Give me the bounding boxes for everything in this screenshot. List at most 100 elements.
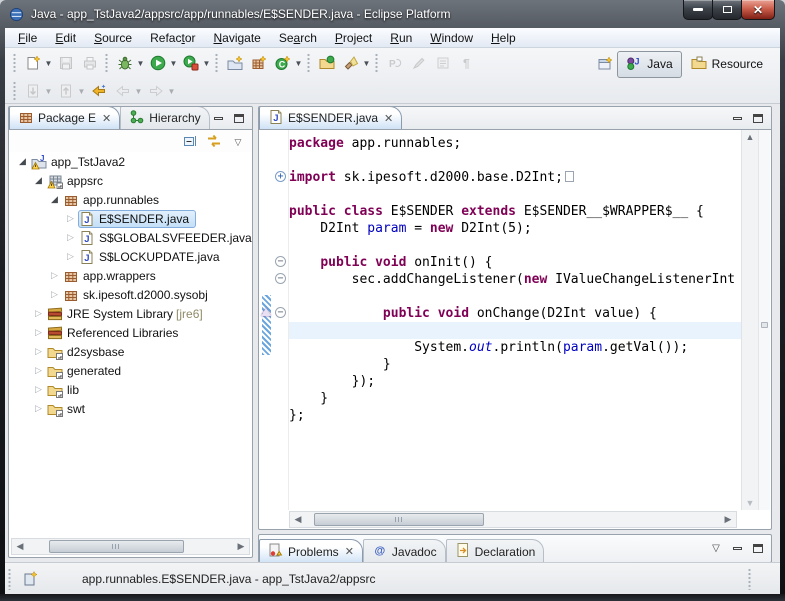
next-annotation-dropdown[interactable]: ▼: [43, 87, 54, 96]
search-dropdown[interactable]: ▼: [361, 59, 372, 68]
view-menu-button[interactable]: ▽: [707, 541, 725, 556]
code-editor[interactable]: package app.runnables; import sk.ipesoft.…: [289, 130, 741, 510]
save-button[interactable]: [54, 51, 78, 75]
minimize-button[interactable]: [683, 0, 713, 20]
expand-icon[interactable]: ▷: [31, 327, 46, 338]
folding-ruler[interactable]: +−−−: [273, 130, 289, 510]
menu-navigate[interactable]: Navigate: [204, 29, 269, 47]
new-class-dropdown[interactable]: ▼: [293, 59, 304, 68]
editor-hscrollbar[interactable]: ◀ ▶: [289, 511, 737, 528]
toolbar-handle[interactable]: [12, 53, 17, 73]
print-button[interactable]: [78, 51, 102, 75]
tree-item-app-runnables[interactable]: ◢app.runnables: [9, 190, 252, 209]
scrollbar-thumb[interactable]: [49, 540, 184, 553]
tab-package-explorer[interactable]: Package E ✕: [9, 106, 120, 129]
menu-search[interactable]: Search: [270, 29, 326, 47]
code-line-4[interactable]: [289, 186, 741, 203]
code-line-8[interactable]: public void onInit() {: [289, 254, 741, 271]
code-line-15[interactable]: });: [289, 373, 741, 390]
annotation-ruler[interactable]: [260, 130, 273, 510]
tree-item-app-tstjava2[interactable]: ◢Japp_TstJava2: [9, 152, 252, 171]
warning-marker-icon[interactable]: [261, 308, 271, 316]
collapse-icon[interactable]: ◢: [15, 156, 30, 167]
collapse-fold-icon[interactable]: −: [275, 307, 286, 318]
package-explorer-hscrollbar[interactable]: ◀ ▶: [11, 538, 250, 555]
scroll-left-icon[interactable]: ◀: [290, 514, 306, 525]
tree-item-appsrc[interactable]: ◢appsrc: [9, 171, 252, 190]
code-line-12[interactable]: [289, 322, 741, 339]
expand-icon[interactable]: ▷: [63, 232, 78, 243]
code-line-7[interactable]: [289, 237, 741, 254]
code-line-2[interactable]: [289, 152, 741, 169]
code-line-17[interactable]: };: [289, 407, 741, 424]
expand-icon[interactable]: ▷: [31, 365, 46, 376]
debug-button[interactable]: [113, 51, 137, 75]
search-button[interactable]: [339, 51, 363, 75]
code-line-10[interactable]: [289, 288, 741, 305]
code-line-1[interactable]: package app.runnables;: [289, 135, 741, 152]
toolbar-handle[interactable]: [12, 81, 17, 101]
code-line-3[interactable]: import sk.ipesoft.d2000.base.D2Int;: [289, 169, 741, 186]
open-type-button[interactable]: [315, 51, 339, 75]
collapsed-code-icon[interactable]: [565, 171, 574, 182]
menu-edit[interactable]: Edit: [46, 29, 85, 47]
back-button[interactable]: [111, 79, 135, 103]
last-edit-location-button[interactable]: [87, 79, 111, 103]
code-line-14[interactable]: }: [289, 356, 741, 373]
menu-help[interactable]: Help: [482, 29, 525, 47]
menu-source[interactable]: Source: [85, 29, 141, 47]
collapse-fold-icon[interactable]: −: [275, 273, 286, 284]
tree-item-s-lockupdate-java[interactable]: ▷JS$LOCKUPDATE.java: [9, 247, 252, 266]
maximize-view-button[interactable]: [749, 541, 767, 556]
format-button[interactable]: [407, 51, 431, 75]
debug-dropdown[interactable]: ▼: [135, 59, 146, 68]
expand-fold-icon[interactable]: +: [275, 171, 286, 182]
toolbar-handle[interactable]: [306, 53, 311, 73]
tree-item-lib[interactable]: ▷lib: [9, 380, 252, 399]
tab-hierarchy[interactable]: Hierarchy: [120, 106, 209, 129]
close-tab-icon[interactable]: ✕: [345, 545, 354, 558]
next-annotation-button[interactable]: [21, 79, 45, 103]
close-tab-icon[interactable]: ✕: [102, 112, 111, 125]
code-line-6[interactable]: D2Int param = new D2Int(5);: [289, 220, 741, 237]
view-menu-button[interactable]: ▽: [228, 132, 248, 150]
scroll-left-icon[interactable]: ◀: [12, 541, 28, 552]
tree-item-app-wrappers[interactable]: ▷app.wrappers: [9, 266, 252, 285]
tree-item-generated[interactable]: ▷generated: [9, 361, 252, 380]
run-button[interactable]: [146, 51, 170, 75]
open-perspective-button[interactable]: [593, 52, 617, 76]
overview-ruler[interactable]: [758, 130, 770, 510]
expand-icon[interactable]: ▷: [47, 270, 62, 281]
previous-annotation-dropdown[interactable]: ▼: [76, 87, 87, 96]
statusbar-handle[interactable]: [7, 568, 12, 590]
new-package-button[interactable]: [247, 51, 271, 75]
toolbar-handle[interactable]: [374, 53, 379, 73]
external-tools-dropdown[interactable]: ▼: [201, 59, 212, 68]
toolbar-handle[interactable]: [104, 53, 109, 73]
collapse-icon[interactable]: ◢: [47, 194, 62, 205]
tree-item-sk-ipesoft-d2000-sysobj[interactable]: ▷sk.ipesoft.d2000.sysobj: [9, 285, 252, 304]
menu-run[interactable]: Run: [381, 29, 421, 47]
statusbar-handle[interactable]: [747, 568, 752, 590]
tree-item-e-sender-java[interactable]: ▷JE$SENDER.java: [9, 209, 252, 228]
maximize-view-button[interactable]: [749, 111, 767, 126]
code-line-9[interactable]: sec.addChangeListener(new IValueChangeLi…: [289, 271, 741, 288]
menu-file[interactable]: File: [9, 29, 46, 47]
perspective-resource-button[interactable]: Resource: [682, 51, 772, 78]
expand-icon[interactable]: ▷: [31, 308, 46, 319]
tree-item-jre-system-library[interactable]: ▷JRE System Library [jre6]: [9, 304, 252, 323]
new-java-project-button[interactable]: [223, 51, 247, 75]
menu-window[interactable]: Window: [421, 29, 482, 47]
tab-javadoc[interactable]: @Javadoc: [363, 539, 446, 563]
code-line-5[interactable]: public class E$SENDER extends E$SENDER__…: [289, 203, 741, 220]
expand-icon[interactable]: ▷: [31, 384, 46, 395]
show-source-button[interactable]: [431, 51, 455, 75]
menu-project[interactable]: Project: [326, 29, 381, 47]
tree-item-referenced-libraries[interactable]: ▷Referenced Libraries: [9, 323, 252, 342]
tab-editor-essender[interactable]: J E$SENDER.java ✕: [259, 106, 402, 129]
minimize-view-button[interactable]: [728, 541, 746, 556]
run-dropdown[interactable]: ▼: [168, 59, 179, 68]
tree-item-s-globalsvfeeder-java[interactable]: ▷JS$GLOBALSVFEEDER.java: [9, 228, 252, 247]
code-line-11[interactable]: public void onChange(D2Int value) {: [289, 305, 741, 322]
close-tab-icon[interactable]: ✕: [384, 112, 393, 125]
